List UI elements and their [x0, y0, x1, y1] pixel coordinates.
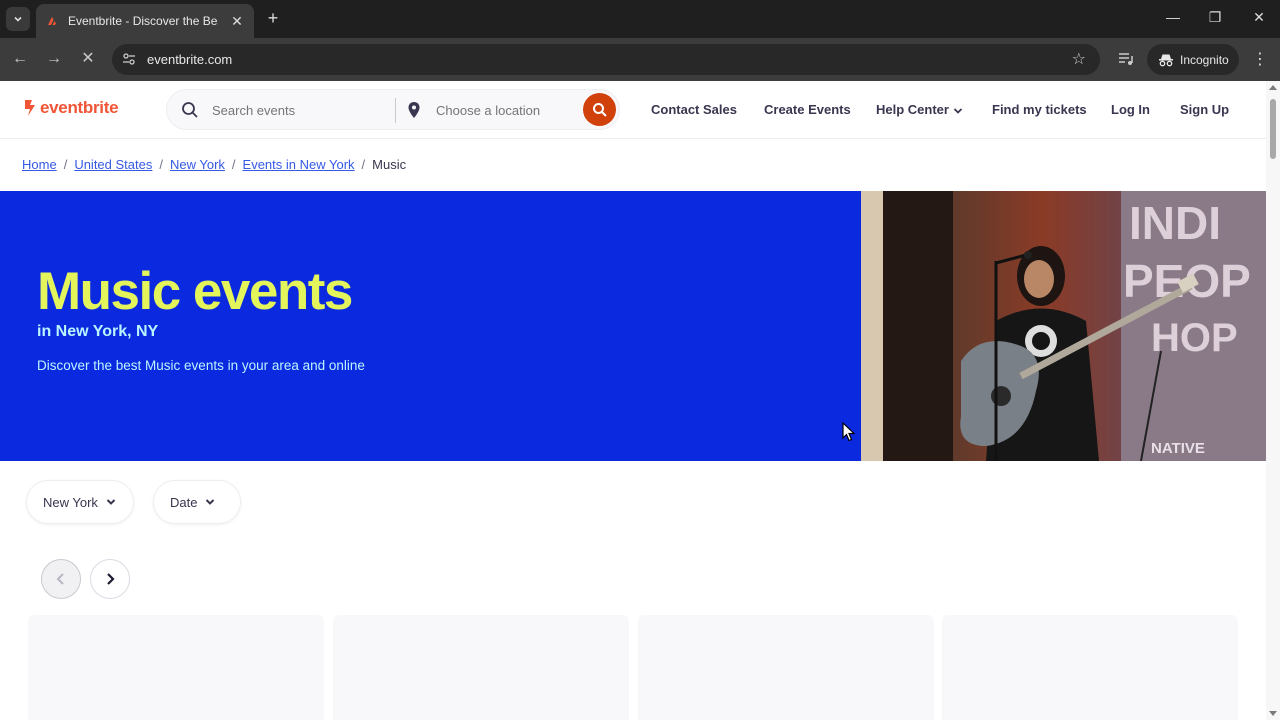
event-card-placeholder: [638, 615, 934, 720]
browser-tab-strip: Eventbrite - Discover the Best Local Eve…: [0, 0, 1280, 38]
logo-text: eventbrite: [40, 98, 119, 117]
location-input[interactable]: [436, 100, 576, 120]
browser-toolbar: ← → ✕ eventbrite.com ☆ Incognito ⋮: [0, 38, 1280, 81]
eventbrite-logo[interactable]: eventbrite: [22, 98, 119, 118]
search-icon: [182, 102, 198, 118]
page-viewport: eventbrite Contact Sales Create Events H…: [0, 81, 1280, 720]
location-filter-dropdown[interactable]: New York: [26, 480, 134, 524]
hero-banner: Music events in New York, NY Discover th…: [0, 191, 1266, 461]
eventbrite-logo-icon: [25, 100, 35, 116]
search-bar: [166, 89, 620, 130]
breadcrumb-separator: /: [231, 157, 236, 172]
breadcrumb-current: Music: [372, 157, 407, 172]
back-button[interactable]: ←: [10, 49, 30, 69]
address-bar[interactable]: eventbrite.com ☆: [112, 44, 1100, 75]
tab-title: Eventbrite - Discover the Best Local Eve…: [68, 14, 218, 28]
event-card-placeholder: [333, 615, 629, 720]
breadcrumb-separator: /: [159, 157, 163, 172]
chevron-left-icon: [56, 573, 64, 585]
chevron-down-icon: [953, 107, 963, 114]
browser-menu-icon[interactable]: ⋮: [1252, 49, 1268, 69]
location-pin-icon: [408, 102, 420, 118]
page-scrollbar[interactable]: [1266, 81, 1280, 720]
close-window-button[interactable]: ✕: [1249, 9, 1269, 26]
page-title: Music events: [37, 262, 353, 321]
incognito-icon: [1159, 54, 1173, 66]
carousel-next-button[interactable]: [90, 559, 130, 599]
media-controls-icon[interactable]: [1117, 50, 1135, 68]
breadcrumb-new-york[interactable]: New York: [170, 157, 225, 172]
hero-description: Discover the best Music events in your a…: [37, 358, 365, 373]
forward-button[interactable]: →: [44, 49, 64, 69]
chevron-down-icon: [14, 16, 22, 22]
url-text: eventbrite.com: [147, 52, 233, 67]
banner-text: NATIVE: [1151, 440, 1205, 457]
chevron-down-icon: [206, 499, 215, 505]
scroll-down-arrow[interactable]: [1269, 711, 1277, 716]
tab-search-button[interactable]: [6, 7, 30, 31]
minimize-button[interactable]: —: [1163, 9, 1183, 25]
breadcrumb-separator: /: [63, 157, 68, 172]
eventbrite-favicon-icon: [48, 17, 56, 25]
chevron-down-icon: [106, 499, 116, 505]
nav-sign-up[interactable]: Sign Up: [1180, 102, 1229, 117]
nav-find-my-tickets[interactable]: Find my tickets: [992, 102, 1087, 117]
scrollbar-thumb[interactable]: [1270, 99, 1276, 159]
incognito-badge[interactable]: Incognito: [1147, 44, 1239, 75]
hero-musician-photo: INDI PEOP HOP NATIVE: [861, 191, 1266, 461]
incognito-label: Incognito: [1180, 52, 1229, 67]
hero-subtitle: in New York, NY: [37, 323, 159, 340]
restore-button[interactable]: ❐: [1205, 9, 1225, 26]
nav-contact-sales[interactable]: Contact Sales: [651, 102, 737, 117]
browser-tab-active[interactable]: Eventbrite - Discover the Best Local Eve…: [36, 4, 254, 38]
hero-text-panel: Music events in New York, NY Discover th…: [0, 191, 861, 461]
search-events-input[interactable]: [212, 100, 387, 120]
bookmark-star-icon[interactable]: ☆: [1072, 49, 1086, 69]
date-filter-label: Date: [170, 494, 198, 510]
nav-help-center[interactable]: Help Center: [876, 102, 963, 117]
nav-help-center-label: Help Center: [876, 102, 949, 117]
breadcrumb-events-in-new-york[interactable]: Events in New York: [243, 157, 355, 172]
scroll-up-arrow[interactable]: [1269, 85, 1277, 90]
event-card-placeholder: [942, 615, 1238, 720]
banner-text: INDI: [1129, 197, 1221, 249]
search-submit-button[interactable]: [583, 93, 616, 126]
nav-log-in[interactable]: Log In: [1111, 102, 1150, 117]
site-header: eventbrite Contact Sales Create Events H…: [0, 81, 1266, 139]
breadcrumb-home[interactable]: Home: [22, 157, 57, 172]
banner-text: HOP: [1151, 316, 1238, 360]
search-divider: [395, 98, 396, 123]
location-filter-label: New York: [43, 494, 98, 510]
site-settings-icon[interactable]: [122, 52, 136, 66]
breadcrumb: Home / United States / New York / Events in Ne…: [22, 157, 406, 172]
tab-close-icon[interactable]: ✕: [230, 13, 244, 30]
mouse-cursor-icon: [842, 422, 856, 442]
carousel-prev-button[interactable]: [41, 559, 81, 599]
breadcrumb-separator: /: [361, 157, 366, 172]
date-filter-dropdown[interactable]: Date: [153, 480, 241, 524]
breadcrumb-united-states[interactable]: United States: [74, 157, 152, 172]
nav-create-events[interactable]: Create Events: [764, 102, 851, 117]
stop-loading-button[interactable]: ✕: [78, 49, 98, 69]
new-tab-button[interactable]: +: [262, 8, 284, 29]
chevron-right-icon: [107, 573, 115, 585]
search-icon: [592, 102, 607, 117]
event-card-placeholder: [28, 615, 324, 720]
